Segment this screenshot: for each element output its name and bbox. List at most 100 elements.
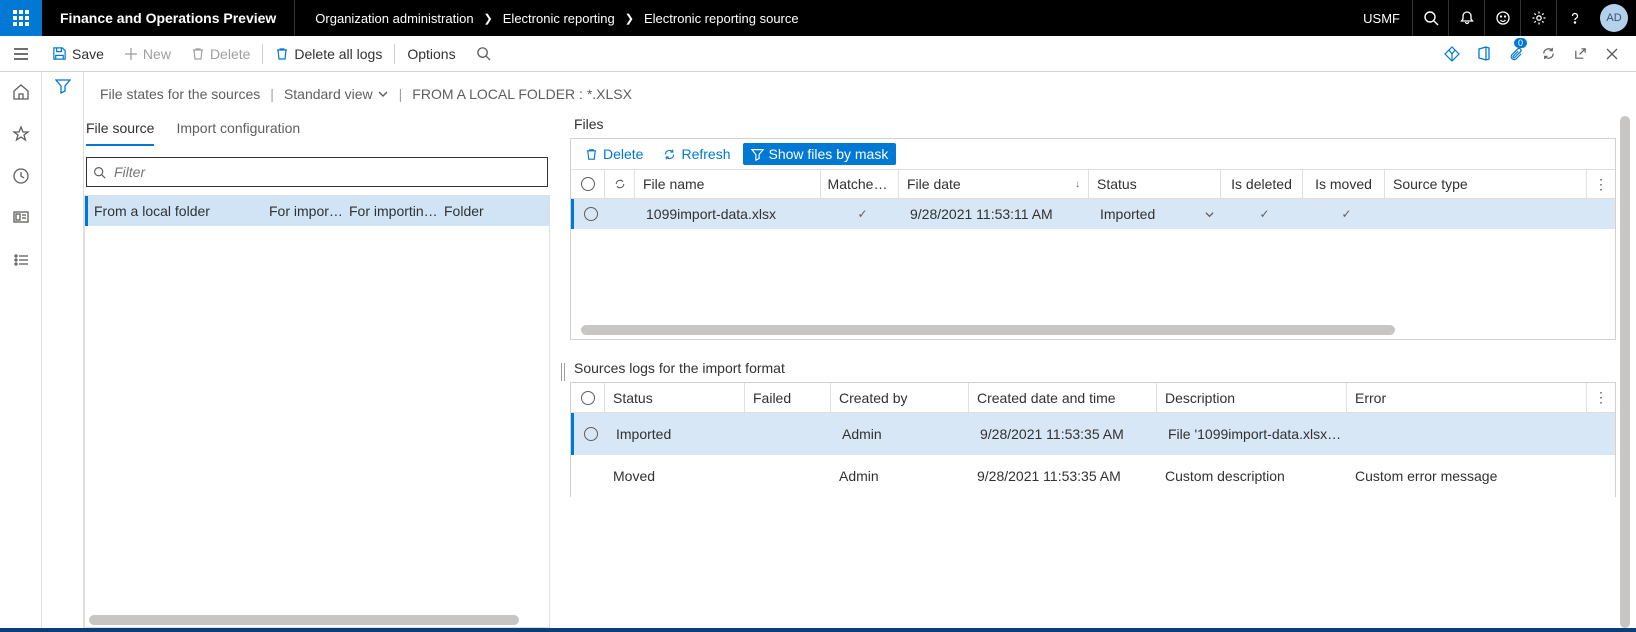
filter-rail [42, 72, 84, 628]
log-desc-cell: Custom description [1157, 455, 1347, 497]
files-title: Files [570, 116, 1616, 138]
nav-workspaces[interactable] [5, 204, 37, 232]
files-header-more[interactable]: ⋮ [1587, 170, 1615, 198]
log-status-cell: Moved [605, 455, 745, 497]
search-icon [93, 166, 106, 179]
files-toolbar: Delete Refresh Show files by mask [571, 139, 1615, 169]
filter-pane-button[interactable] [55, 78, 71, 628]
filter-input[interactable] [112, 163, 541, 181]
horizontal-scrollbar[interactable] [581, 325, 1395, 335]
log-dt-cell: 9/28/2021 11:53:35 AM [972, 413, 1160, 455]
waffle-icon [13, 10, 29, 26]
office-button[interactable] [1468, 36, 1500, 72]
hamburger-icon [13, 47, 29, 61]
feedback-button[interactable] [1484, 0, 1520, 36]
view-selector[interactable]: Standard view [284, 86, 389, 102]
filter-box[interactable] [86, 157, 548, 187]
log-status-cell: Imported [608, 413, 748, 455]
files-delete-button[interactable]: Delete [577, 143, 651, 165]
heading-row: File states for the sources | Standard v… [84, 72, 1636, 116]
source-list[interactable]: From a local folder For impor… For impor… [84, 195, 550, 628]
notifications-button[interactable] [1448, 0, 1484, 36]
logs-header-dt[interactable]: Created date and time [969, 383, 1157, 412]
file-srctype-cell [1388, 199, 1587, 229]
files-header-status[interactable]: Status [1089, 170, 1221, 198]
new-button[interactable]: New [114, 36, 181, 71]
nav-favorites[interactable] [5, 120, 37, 148]
row-select-radio[interactable] [584, 427, 598, 441]
files-refresh-label: Refresh [681, 146, 730, 162]
files-header-moved[interactable]: Is moved [1303, 170, 1385, 198]
plus-icon [124, 47, 138, 61]
topbar-right: USMF AD [1351, 0, 1636, 36]
logs-row[interactable]: Moved Admin 9/28/2021 11:53:35 AM Custom… [571, 455, 1615, 497]
popout-button[interactable] [1564, 36, 1596, 72]
splitter[interactable] [556, 116, 570, 628]
logs-header-err[interactable]: Error [1347, 383, 1587, 412]
refresh-icon [614, 178, 626, 190]
modules-icon [12, 251, 30, 269]
source-row[interactable]: From a local folder For impor… For impor… [85, 196, 549, 226]
help-icon [1567, 10, 1583, 26]
logs-header-select[interactable] [571, 383, 605, 412]
logs-header-more[interactable]: ⋮ [1587, 383, 1615, 412]
search-button[interactable] [1412, 0, 1448, 36]
nav-toggle-button[interactable] [0, 36, 42, 72]
save-icon [52, 46, 67, 61]
breadcrumb-item[interactable]: Organization administration [315, 11, 473, 26]
help-button[interactable] [1556, 0, 1592, 36]
check-icon: ✓ [1341, 207, 1351, 221]
attachments-button[interactable]: 0 [1500, 36, 1532, 72]
tab-file-source[interactable]: File source [86, 116, 154, 146]
files-row[interactable]: 1099import-data.xlsx ✓ 9/28/2021 11:53:1… [571, 199, 1615, 229]
home-icon [12, 83, 30, 101]
sort-asc-icon: ↓ [1075, 179, 1080, 190]
company-code[interactable]: USMF [1351, 11, 1412, 26]
save-button[interactable]: Save [42, 36, 114, 71]
row-select-radio[interactable] [584, 207, 598, 221]
nav-home[interactable] [5, 78, 37, 106]
delete-logs-button[interactable]: Delete all logs [265, 36, 392, 71]
logs-header-status[interactable]: Status [605, 383, 745, 412]
nav-recent[interactable] [5, 162, 37, 190]
vertical-scrollbar[interactable] [1620, 116, 1630, 628]
close-button[interactable] [1596, 36, 1628, 72]
files-header-select[interactable] [571, 170, 605, 198]
nav-modules[interactable] [5, 246, 37, 274]
logs-row[interactable]: Imported Admin 9/28/2021 11:53:35 AM Fil… [571, 413, 1615, 455]
file-status-cell[interactable]: Imported [1092, 199, 1224, 229]
horizontal-scrollbar[interactable] [89, 615, 519, 625]
files-header-srctype[interactable]: Source type [1385, 170, 1587, 198]
file-date-cell: 9/28/2021 11:53:11 AM [902, 199, 1092, 229]
breadcrumb-item[interactable]: Electronic reporting source [644, 11, 799, 26]
breadcrumb-item[interactable]: Electronic reporting [503, 11, 615, 26]
settings-button[interactable] [1520, 0, 1556, 36]
files-refresh-button[interactable]: Refresh [655, 143, 738, 165]
tab-import-configuration[interactable]: Import configuration [176, 116, 300, 146]
logs-header-failed[interactable]: Failed [745, 383, 831, 412]
source-col4: Folder [444, 203, 504, 219]
cmd-search-button[interactable] [466, 36, 501, 71]
log-by-cell: Admin [831, 455, 969, 497]
files-header-deleted[interactable]: Is deleted [1221, 170, 1303, 198]
logs-header-by[interactable]: Created by [831, 383, 969, 412]
files-header-name[interactable]: File name [635, 170, 821, 198]
diamond-button[interactable] [1436, 36, 1468, 72]
app-launcher-button[interactable] [0, 0, 42, 36]
files-delete-label: Delete [603, 146, 643, 162]
workspace-icon [12, 209, 30, 227]
files-header-matched[interactable]: Matche… [821, 170, 899, 198]
gear-icon [1531, 10, 1547, 26]
files-header-refresh[interactable] [605, 170, 635, 198]
options-button[interactable]: Options [397, 36, 465, 71]
files-header-date[interactable]: File date↓ [899, 170, 1089, 198]
funnel-icon [55, 78, 71, 94]
delete-button[interactable]: Delete [181, 36, 260, 71]
show-files-by-mask-button[interactable]: Show files by mask [743, 143, 897, 165]
logs-header-desc[interactable]: Description [1157, 383, 1347, 412]
refresh-button[interactable] [1532, 36, 1564, 72]
popout-icon [1573, 46, 1588, 61]
user-avatar[interactable]: AD [1600, 4, 1628, 32]
refresh-icon [1541, 46, 1556, 61]
clock-icon [12, 167, 30, 185]
